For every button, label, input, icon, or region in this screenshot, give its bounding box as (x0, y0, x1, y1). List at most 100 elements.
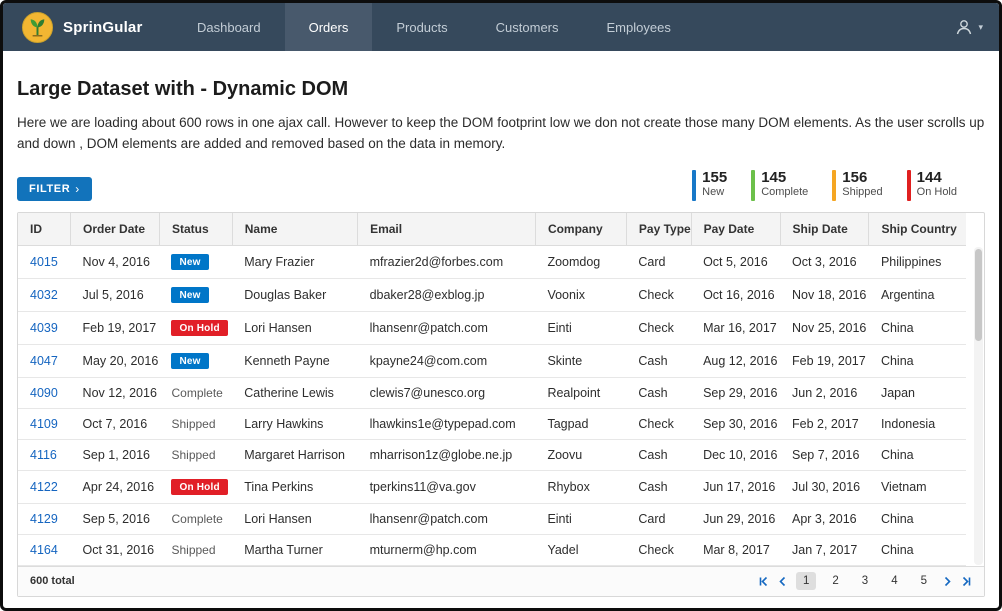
column-header[interactable]: Pay Type (626, 213, 691, 246)
app-window: SprinGular DashboardOrdersProductsCustom… (0, 0, 1002, 611)
cell-company: Zoovu (535, 439, 626, 470)
cell-ship-country: China (869, 344, 966, 377)
scrollbar-thumb[interactable] (975, 249, 982, 341)
cell-company: Einti (535, 503, 626, 534)
cell-ship-date: Jul 30, 2016 (780, 470, 869, 503)
nav-item-employees[interactable]: Employees (583, 3, 695, 51)
order-id-link[interactable]: 4039 (30, 321, 58, 335)
column-header[interactable]: Pay Date (691, 213, 780, 246)
user-icon (954, 17, 974, 37)
status-badge: On Hold (171, 479, 227, 495)
cell-pay-date: Sep 30, 2016 (691, 408, 780, 439)
cell-id: 4129 (18, 503, 71, 534)
page-title: Large Dataset with - Dynamic DOM (17, 78, 985, 101)
column-header[interactable]: Name (232, 213, 357, 246)
table-row: 4116Sep 1, 2016ShippedMargaret Harrisonm… (18, 439, 966, 470)
order-id-link[interactable]: 4047 (30, 354, 58, 368)
nav-item-orders[interactable]: Orders (285, 3, 373, 51)
nav-item-products[interactable]: Products (372, 3, 471, 51)
chevron-right-icon: › (75, 183, 80, 195)
brand[interactable]: SprinGular (3, 3, 173, 51)
column-header[interactable]: Company (535, 213, 626, 246)
status-text: Shipped (171, 417, 215, 431)
cell-pay-date: Aug 12, 2016 (691, 344, 780, 377)
brand-plant-icon (21, 11, 54, 44)
cell-pay-type: Check (626, 408, 691, 439)
nav-item-dashboard[interactable]: Dashboard (173, 3, 285, 51)
table-row: 4047May 20, 2016NewKenneth Paynekpayne24… (18, 344, 966, 377)
cell-status: Shipped (159, 439, 232, 470)
user-menu[interactable]: ▾ (938, 3, 999, 51)
cell-pay-type: Check (626, 278, 691, 311)
cell-id: 4047 (18, 344, 71, 377)
table-row: 4090Nov 12, 2016CompleteCatherine Lewisc… (18, 377, 966, 408)
cell-ship-date: Feb 19, 2017 (780, 344, 869, 377)
page-button-3[interactable]: 3 (855, 572, 875, 590)
cell-order-date: Oct 7, 2016 (71, 408, 160, 439)
stat-bar (692, 170, 696, 201)
column-header[interactable]: Email (358, 213, 536, 246)
cell-pay-type: Card (626, 503, 691, 534)
page-description: Here we are loading about 600 rows in on… (17, 113, 985, 155)
page-button-5[interactable]: 5 (914, 572, 934, 590)
status-stats: 155New145Complete156Shipped144On Hold (692, 170, 985, 201)
column-header[interactable]: Status (159, 213, 232, 246)
cell-pay-type: Check (626, 311, 691, 344)
first-page-icon[interactable] (758, 576, 769, 587)
status-text: Shipped (171, 543, 215, 557)
page-button-4[interactable]: 4 (884, 572, 904, 590)
stat-text: 156Shipped (842, 170, 882, 201)
order-id-link[interactable]: 4090 (30, 386, 58, 400)
total-count: 600 total (30, 575, 75, 587)
stat-bar (832, 170, 836, 201)
cell-pay-date: Jun 17, 2016 (691, 470, 780, 503)
cell-name: Catherine Lewis (232, 377, 357, 408)
cell-id: 4164 (18, 534, 71, 565)
order-id-link[interactable]: 4129 (30, 512, 58, 526)
order-id-link[interactable]: 4116 (30, 448, 57, 462)
cell-name: Lori Hansen (232, 311, 357, 344)
cell-status: New (159, 245, 232, 278)
cell-pay-type: Cash (626, 470, 691, 503)
stat-label: Shipped (842, 186, 882, 199)
order-id-link[interactable]: 4109 (30, 417, 58, 431)
nav-item-customers[interactable]: Customers (472, 3, 583, 51)
column-header[interactable]: ID (18, 213, 71, 246)
column-header[interactable]: Order Date (71, 213, 160, 246)
cell-company: Yadel (535, 534, 626, 565)
cell-id: 4122 (18, 470, 71, 503)
cell-status: Complete (159, 377, 232, 408)
stat-value: 144 (917, 170, 957, 187)
vertical-scrollbar[interactable] (974, 247, 983, 565)
cell-email: lhansenr@patch.com (358, 311, 536, 344)
table-row: 4032Jul 5, 2016NewDouglas Bakerdbaker28@… (18, 278, 966, 311)
stat-label: New (702, 186, 727, 199)
cell-name: Larry Hawkins (232, 408, 357, 439)
cell-ship-date: Jun 2, 2016 (780, 377, 869, 408)
column-header[interactable]: Ship Date (780, 213, 869, 246)
cell-company: Realpoint (535, 377, 626, 408)
navbar: SprinGular DashboardOrdersProductsCustom… (3, 3, 999, 51)
cell-pay-date: Sep 29, 2016 (691, 377, 780, 408)
filter-button[interactable]: FILTER › (17, 177, 92, 201)
order-id-link[interactable]: 4015 (30, 255, 58, 269)
cell-company: Zoomdog (535, 245, 626, 278)
cell-pay-type: Cash (626, 344, 691, 377)
cell-id: 4090 (18, 377, 71, 408)
cell-ship-country: Vietnam (869, 470, 966, 503)
cell-order-date: Nov 12, 2016 (71, 377, 160, 408)
cell-order-date: Apr 24, 2016 (71, 470, 160, 503)
page-button-1[interactable]: 1 (796, 572, 816, 590)
page-button-2[interactable]: 2 (825, 572, 845, 590)
status-text: Complete (171, 512, 222, 526)
cell-pay-date: Mar 16, 2017 (691, 311, 780, 344)
column-header[interactable]: Ship Country (869, 213, 966, 246)
prev-page-icon[interactable] (778, 576, 787, 587)
cell-email: mturnerm@hp.com (358, 534, 536, 565)
last-page-icon[interactable] (961, 576, 972, 587)
order-id-link[interactable]: 4032 (30, 288, 58, 302)
order-id-link[interactable]: 4122 (30, 480, 58, 494)
stat-value: 156 (842, 170, 882, 187)
order-id-link[interactable]: 4164 (30, 543, 58, 557)
next-page-icon[interactable] (943, 576, 952, 587)
